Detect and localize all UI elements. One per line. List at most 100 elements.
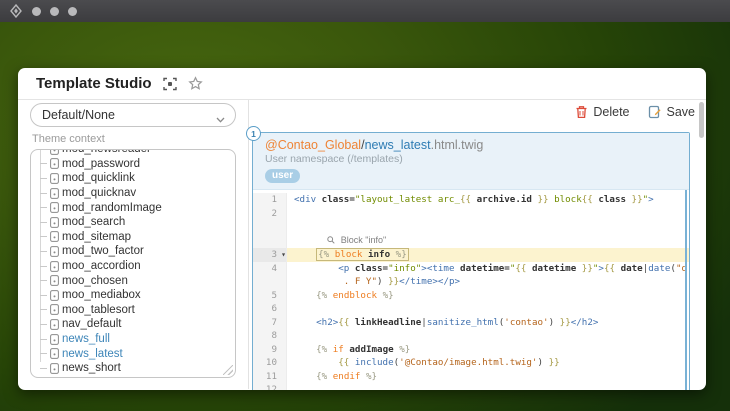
line-number-gutter[interactable]: 7▾ [253,316,287,330]
line-number-gutter[interactable]: 6▾ [253,302,287,316]
code-line: 8▾ [253,329,689,343]
tree-branch-line [40,266,47,267]
template-file-icon [50,217,59,228]
code-line-content: <div class="layout_latest arc_{{ archive… [287,193,689,207]
template-tree[interactable]: mod_newsreader mod_password mod_quicklin… [30,149,236,378]
tree-item[interactable]: mod_password [31,157,235,172]
tree-item-label: moo_tablesort [62,304,135,316]
template-file-icon [50,319,59,330]
tree-item[interactable]: mod_sitemap [31,230,235,245]
code-line-content: Block "info" [287,220,689,248]
code-line: 2▾ [253,207,689,221]
code-line-content: {% block info %} [287,248,689,262]
delete-button[interactable]: Delete [575,105,629,119]
template-file-icon [50,275,59,286]
save-pencil-icon [648,105,662,119]
code-line: 4▾ <p class="info"><time datetime="{{ da… [253,262,689,276]
file-name: news_latest [365,138,431,152]
tree-item[interactable]: news_full [31,332,235,347]
line-number-gutter[interactable]: 2▾ [253,207,287,221]
tree-item[interactable]: moo_mediabox [31,288,235,303]
tree-item-label: moo_mediabox [62,289,141,301]
tree-branch-line [40,339,47,340]
tree-item[interactable]: moo_tablesort [31,303,235,318]
tree-branch-line [40,295,47,296]
template-file-icon [50,261,59,272]
template-file-icon [50,363,59,374]
code-line: 1▾ <div class="layout_latest arc_{{ arch… [253,193,689,207]
line-number-gutter[interactable]: 4▾ [253,262,287,276]
code-line-content [287,207,689,221]
tree-item-label: mod_randomImage [62,202,162,214]
tree-item[interactable]: mod_quicknav [31,186,235,201]
line-number-gutter[interactable]: 3▾ [253,248,287,262]
template-file-icon [50,246,59,257]
code-line: 11▾ {% endif %} [253,370,689,384]
code-line-content: {% endblock %} [287,289,689,303]
code-editor-panel[interactable]: 1 @Contao_Global/news_latest.html.twig U… [252,132,690,390]
tree-branch-line [40,163,47,164]
tree-branch-line [40,207,47,208]
code-lens-label[interactable]: Block "info" [341,235,386,245]
tree-item[interactable]: moo_chosen [31,273,235,288]
window-scrollbar[interactable] [699,102,704,138]
tree-item-label: news_full [62,333,110,345]
line-number-gutter[interactable]: 12▾ [253,383,287,390]
code-line-content [287,383,689,390]
tree-item[interactable]: mod_quicklink [31,171,235,186]
tree-item-label: mod_sitemap [62,231,131,243]
tree-item[interactable]: nav_default [31,317,235,332]
tree-branch-line [40,368,47,369]
theme-context-label: Theme context [32,133,234,145]
favorite-star-icon[interactable] [188,76,203,91]
line-number-gutter[interactable]: 9▾ [253,343,287,357]
titlebar-dot[interactable] [50,7,59,16]
tree-item[interactable]: news_short [31,361,235,376]
code-line-content [287,302,689,316]
code-line-content: {{ include('@Contao/image.html.twig') }} [287,356,689,370]
line-number-gutter[interactable]: 10▾ [253,356,287,370]
sidebar: Default/None Theme context mod_newsread [18,100,249,389]
line-number-gutter[interactable]: 5▾ [253,289,287,303]
contao-diamond-icon [9,4,23,18]
tree-item[interactable]: mod_newsreader [31,149,235,157]
template-file-icon [50,290,59,301]
code-line-content: <h2>{{ linkHeadline|sanitize_html('conta… [287,316,689,330]
tree-item[interactable]: mod_two_factor [31,244,235,259]
line-number-gutter[interactable]: 8▾ [253,329,287,343]
tree-item-label: mod_quicknav [62,187,136,199]
code-area[interactable]: 1▾ <div class="layout_latest arc_{{ arch… [253,190,689,390]
tree-branch-line [40,353,47,354]
user-namespace-badge: user [265,169,300,183]
tree-item-label: mod_two_factor [62,245,144,257]
tree-branch-line [40,222,47,223]
code-line: ▾ Block "info" [253,220,689,248]
editor-scrollbar[interactable] [685,190,687,390]
save-button[interactable]: Save [648,105,696,119]
template-file-icon [50,231,59,242]
tree-item[interactable]: mod_randomImage [31,200,235,215]
resize-handle[interactable] [223,365,233,375]
titlebar-dot[interactable] [32,7,41,16]
editor-index-badge: 1 [246,126,261,141]
tree-item-label: news_latest [62,348,123,360]
tree-item-label: moo_accordion [62,260,141,272]
theme-context-select[interactable]: Default/None [30,103,236,127]
tree-item-label: mod_search [62,216,125,228]
tree-branch-line [40,251,47,252]
window-header: Template Studio [18,68,706,100]
line-number-gutter[interactable]: ▾ [253,275,287,289]
fold-arrow-icon: ▾ [281,248,286,262]
line-number-gutter[interactable]: ▾ [253,220,287,248]
titlebar-dot[interactable] [68,7,77,16]
line-number-gutter[interactable]: 11▾ [253,370,287,384]
template-file-icon [50,149,59,155]
template-file-icon [50,173,59,184]
code-line: 12▾ [253,383,689,390]
fullscreen-button[interactable] [163,77,177,91]
tree-item[interactable]: moo_accordion [31,259,235,274]
line-number-gutter[interactable]: 1▾ [253,193,287,207]
theme-context-value: Default/None [42,108,115,122]
tree-item[interactable]: news_latest [31,346,235,361]
tree-item[interactable]: mod_search [31,215,235,230]
